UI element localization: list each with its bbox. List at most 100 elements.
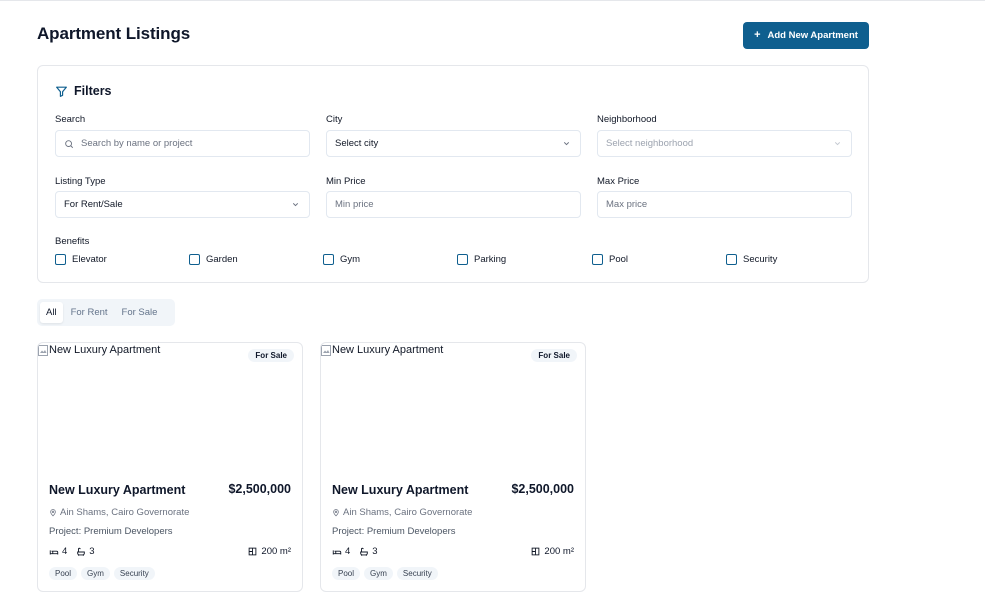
listing-type-select[interactable]: For Rent/Sale <box>55 191 310 218</box>
neighborhood-placeholder: Select neighborhood <box>606 138 694 149</box>
status-badge: For Sale <box>248 349 294 362</box>
location-text: Ain Shams, Cairo Governorate <box>343 507 473 518</box>
bedrooms: 4 <box>49 546 67 557</box>
benefit-security[interactable]: Security <box>726 254 777 265</box>
checkbox[interactable] <box>189 254 200 265</box>
listing-image-alt: New Luxury Apartment <box>332 344 444 356</box>
min-price-input[interactable]: Min price <box>326 191 581 218</box>
listing-tags: Pool Gym Security <box>332 567 438 580</box>
area-icon <box>249 547 257 556</box>
listing-price: $2,500,000 <box>511 482 574 496</box>
filter-icon <box>56 86 67 97</box>
tab-for-rent[interactable]: For Rent <box>65 302 114 323</box>
broken-image-icon <box>38 344 48 356</box>
listing-type-value: For Rent/Sale <box>64 199 123 210</box>
max-price-placeholder: Max price <box>606 199 648 210</box>
benefit-label: Pool <box>609 254 629 265</box>
listing-project: Project: Premium Developers <box>332 526 456 537</box>
search-label: Search <box>55 114 86 125</box>
listing-image-alt: New Luxury Apartment <box>49 344 161 356</box>
bedrooms-count: 4 <box>345 546 351 557</box>
chevron-down-icon <box>563 142 570 146</box>
listing-image: New Luxury Apartment <box>321 344 443 356</box>
tag: Security <box>396 567 438 580</box>
tag: Pool <box>332 567 361 580</box>
city-select[interactable]: Select city <box>326 130 581 157</box>
checkbox[interactable] <box>323 254 334 265</box>
max-price-label: Max Price <box>597 176 640 187</box>
benefit-garden[interactable]: Garden <box>189 254 238 265</box>
search-icon <box>65 139 74 148</box>
listing-name: New Luxury Apartment <box>332 483 469 497</box>
search-placeholder: Search by name or project <box>81 138 193 149</box>
location-text: Ain Shams, Cairo Governorate <box>60 507 190 518</box>
listing-stats: 4 3 <box>49 546 95 557</box>
page-title: Apartment Listings <box>37 24 191 43</box>
listing-type-label: Listing Type <box>55 176 106 187</box>
neighborhood-label: Neighborhood <box>597 114 657 125</box>
checkbox[interactable] <box>592 254 603 265</box>
bath-icon <box>360 547 369 556</box>
plus-icon: + <box>754 29 761 41</box>
neighborhood-select[interactable]: Select neighborhood <box>597 130 852 157</box>
area-value: 200 m² <box>261 546 291 557</box>
top-divider <box>0 0 985 1</box>
chevron-down-icon <box>292 203 299 207</box>
listing-tags: Pool Gym Security <box>49 567 155 580</box>
listing-area: 200 m² <box>248 546 291 557</box>
listing-name: New Luxury Apartment <box>49 483 186 497</box>
chevron-down-icon <box>834 142 841 146</box>
min-price-label: Min Price <box>326 176 366 187</box>
filters-title: Filters <box>74 84 112 98</box>
listing-location: Ain Shams, Cairo Governorate <box>332 507 472 518</box>
benefit-label: Security <box>743 254 778 265</box>
benefit-label: Parking <box>474 254 507 265</box>
listing-location: Ain Shams, Cairo Governorate <box>49 507 189 518</box>
add-apartment-button[interactable]: + Add New Apartment <box>743 22 869 49</box>
broken-image-icon <box>321 344 331 356</box>
listing-tabs: All For Rent For Sale <box>37 299 175 326</box>
tag: Gym <box>364 567 393 580</box>
benefit-parking[interactable]: Parking <box>457 254 506 265</box>
city-value: Select city <box>335 138 379 149</box>
bathrooms-count: 3 <box>372 546 378 557</box>
area-icon <box>532 547 540 556</box>
map-pin-icon <box>333 509 339 517</box>
checkbox[interactable] <box>726 254 737 265</box>
tag: Pool <box>49 567 78 580</box>
listing-card[interactable]: New Luxury Apartment For Sale New Luxury… <box>37 342 303 592</box>
bedrooms-count: 4 <box>62 546 68 557</box>
benefits-label: Benefits <box>55 236 90 247</box>
bath-icon <box>77 547 86 556</box>
checkbox[interactable] <box>55 254 66 265</box>
benefit-label: Garden <box>206 254 238 265</box>
add-apartment-label: Add New Apartment <box>767 30 858 41</box>
listing-area: 200 m² <box>531 546 574 557</box>
bathrooms: 3 <box>76 546 95 557</box>
listing-card[interactable]: New Luxury Apartment For Sale New Luxury… <box>320 342 586 592</box>
min-price-placeholder: Min price <box>335 199 374 210</box>
bed-icon <box>49 549 59 554</box>
benefit-pool[interactable]: Pool <box>592 254 628 265</box>
filters-panel: Filters Search Search by name or project… <box>37 65 869 283</box>
listing-image: New Luxury Apartment <box>38 344 160 356</box>
benefit-gym[interactable]: Gym <box>323 254 360 265</box>
bathrooms-count: 3 <box>89 546 95 557</box>
search-input[interactable]: Search by name or project <box>55 130 310 157</box>
area-value: 200 m² <box>544 546 574 557</box>
bathrooms: 3 <box>359 546 378 557</box>
city-label: City <box>326 114 343 125</box>
listing-project: Project: Premium Developers <box>49 526 173 537</box>
benefit-label: Gym <box>340 254 361 265</box>
tab-all[interactable]: All <box>40 302 63 323</box>
tag: Gym <box>81 567 110 580</box>
benefit-label: Elevator <box>72 254 107 265</box>
checkbox[interactable] <box>457 254 468 265</box>
max-price-input[interactable]: Max price <box>597 191 852 218</box>
listing-stats: 4 3 <box>332 546 378 557</box>
bedrooms: 4 <box>332 546 350 557</box>
bed-icon <box>332 549 342 554</box>
benefit-elevator[interactable]: Elevator <box>55 254 107 265</box>
tab-for-sale[interactable]: For Sale <box>116 302 164 323</box>
listing-price: $2,500,000 <box>228 482 291 496</box>
